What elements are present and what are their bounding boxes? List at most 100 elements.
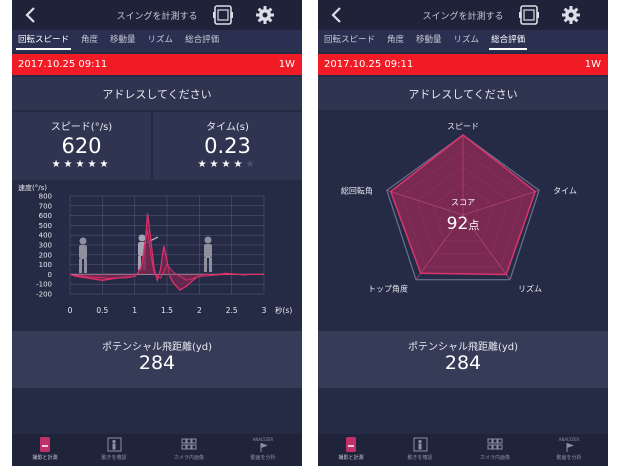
radar-axis-label: 総回転角 (341, 185, 373, 195)
flag-icon (260, 443, 268, 452)
distance-panel: ポテンシャル飛距離(yd) 284 (318, 331, 608, 388)
x-tick-label: 0 (68, 306, 73, 315)
camera-frame-icon[interactable] (212, 4, 234, 26)
nav-shoot-measure[interactable]: 撮影と計測 (15, 437, 75, 461)
analyzer-badge: ANALYZER (558, 437, 580, 442)
nav-label: カメラ内画像 (173, 455, 204, 461)
tab-rotation-speed[interactable]: 回転スピード (318, 30, 381, 52)
nav-camera-images[interactable]: カメラ内画像 (159, 437, 219, 461)
address-prompt: アドレスしてください (408, 88, 518, 101)
session-bar: 2017.10.25 09:11 1W (12, 54, 302, 75)
y-tick-label: 200 (39, 251, 52, 259)
phone-screen-overall: スイングを計測する 回転スピード 角度 移動量 リズム 総合評価 2017.10… (318, 0, 608, 466)
time-stat: タイム(s) 0.23 ★★★★★ (153, 112, 302, 180)
distance-panel: ポテンシャル飛距離(yd) 284 (12, 331, 302, 388)
nav-label: 動画を分析 (556, 455, 582, 461)
bottom-nav: 撮影と計測 動きを確認 カメラ内画像 ANALYZER 動画を分析 (318, 434, 608, 466)
y-tick-label: 600 (39, 212, 52, 220)
nav-label: カメラ内画像 (479, 455, 510, 461)
y-tick-label: 0 (48, 271, 52, 279)
club-label: 1W (278, 59, 295, 70)
radar-axis-label: リズム (518, 284, 542, 294)
y-tick-label: 800 (39, 193, 52, 201)
score-label: スコア (451, 198, 475, 207)
golfer-address-icon (79, 237, 87, 273)
nav-camera-images[interactable]: カメラ内画像 (465, 437, 525, 461)
star-filled-icon: ★ (51, 159, 64, 170)
tab-rotation-speed[interactable]: 回転スピード (12, 30, 75, 52)
x-tick-label: 1 (132, 306, 137, 315)
phone-sensor-icon (346, 437, 356, 452)
radar-axis-label: スピード (447, 122, 479, 131)
tab-overall[interactable]: 総合評価 (179, 30, 225, 52)
golfer-check-icon (413, 437, 427, 452)
tab-movement[interactable]: 移動量 (410, 30, 448, 52)
nav-shoot-measure[interactable]: 撮影と計測 (321, 437, 381, 461)
x-unit-label: 秒(s) (275, 305, 292, 315)
nav-check-motion[interactable]: 動きを確認 (84, 437, 144, 461)
club-label: 1W (584, 59, 601, 70)
gear-icon[interactable] (255, 5, 275, 25)
top-bar: スイングを計測する (12, 0, 302, 30)
radar-axis-label: タイム (553, 186, 577, 195)
tab-angle[interactable]: 角度 (75, 30, 104, 52)
star-filled-icon: ★ (221, 159, 234, 170)
distance-label: ポテンシャル飛距離(yd) (407, 342, 519, 353)
golfer-check-icon (107, 437, 121, 452)
x-tick-label: 0.5 (96, 306, 108, 315)
radar-axis-label: トップ角度 (368, 284, 408, 294)
tab-rhythm[interactable]: リズム (142, 30, 180, 52)
speed-label: スピード(°/s) (50, 122, 113, 133)
session-date: 2017.10.25 09:11 (324, 59, 414, 70)
gear-icon[interactable] (561, 5, 581, 25)
star-filled-icon: ★ (209, 159, 222, 170)
nav-analyze-video[interactable]: ANALYZER 動画を分析 (539, 437, 599, 461)
chart-y-label: 速度(°/s) (18, 183, 47, 192)
nav-label: 動きを確認 (101, 455, 127, 461)
time-stars: ★★★★★ (153, 159, 302, 170)
y-tick-label: 400 (39, 232, 52, 240)
camera-frame-icon[interactable] (518, 4, 540, 26)
y-tick-label: -200 (36, 291, 52, 299)
tab-angle[interactable]: 角度 (381, 30, 410, 52)
y-tick-label: 100 (39, 261, 52, 269)
distance-value: 284 (444, 352, 482, 374)
distance-value: 284 (138, 352, 176, 374)
nav-label: 動画を分析 (250, 455, 276, 461)
analyzer-badge: ANALYZER (252, 437, 274, 442)
tab-movement[interactable]: 移動量 (104, 30, 142, 52)
score-unit: 点 (468, 219, 479, 232)
distance-label: ポテンシャル飛距離(yd) (101, 342, 213, 353)
star-filled-icon: ★ (99, 159, 112, 170)
phone-sensor-icon (40, 437, 50, 452)
y-tick-label: -100 (36, 281, 52, 289)
y-tick-label: 500 (39, 222, 52, 230)
tab-rhythm[interactable]: リズム (448, 30, 486, 52)
x-tick-label: 1.5 (161, 306, 173, 315)
time-label: タイム(s) (206, 122, 249, 133)
phone-screen-speed: スイングを計測する 回転スピード 角度 移動量 リズム 総合評価 2017.10… (12, 0, 302, 466)
x-tick-label: 2 (197, 306, 202, 315)
star-filled-icon: ★ (87, 159, 100, 170)
tab-overall[interactable]: 総合評価 (485, 30, 531, 52)
nav-check-motion[interactable]: 動きを確認 (390, 437, 450, 461)
bottom-nav: 撮影と計測 動きを確認 カメラ内画像 ANALYZER 動画を分析 (12, 434, 302, 466)
x-tick-label: 3 (262, 306, 267, 315)
nav-label: 動きを確認 (407, 455, 433, 461)
star-empty-icon: ★ (245, 159, 258, 170)
y-tick-label: 300 (39, 242, 52, 250)
speed-stat: スピード(°/s) 620 ★★★★★ (12, 112, 151, 180)
address-prompt: アドレスしてください (102, 88, 212, 101)
golfer-finish-icon (204, 236, 212, 272)
y-tick-label: 700 (39, 202, 52, 210)
nav-analyze-video[interactable]: ANALYZER 動画を分析 (233, 437, 293, 461)
address-panel: アドレスしてください (318, 77, 608, 110)
address-panel: アドレスしてください (12, 77, 302, 110)
flag-icon (566, 443, 574, 452)
star-filled-icon: ★ (63, 159, 76, 170)
nav-label: 撮影と計測 (32, 455, 58, 461)
image-grid-icon (181, 438, 197, 450)
session-bar: 2017.10.25 09:11 1W (318, 54, 608, 75)
image-grid-icon (487, 438, 503, 450)
speed-chart: 速度(°/s) 800700 600 500 400 300200 100 0 -100 -20… (18, 183, 292, 315)
